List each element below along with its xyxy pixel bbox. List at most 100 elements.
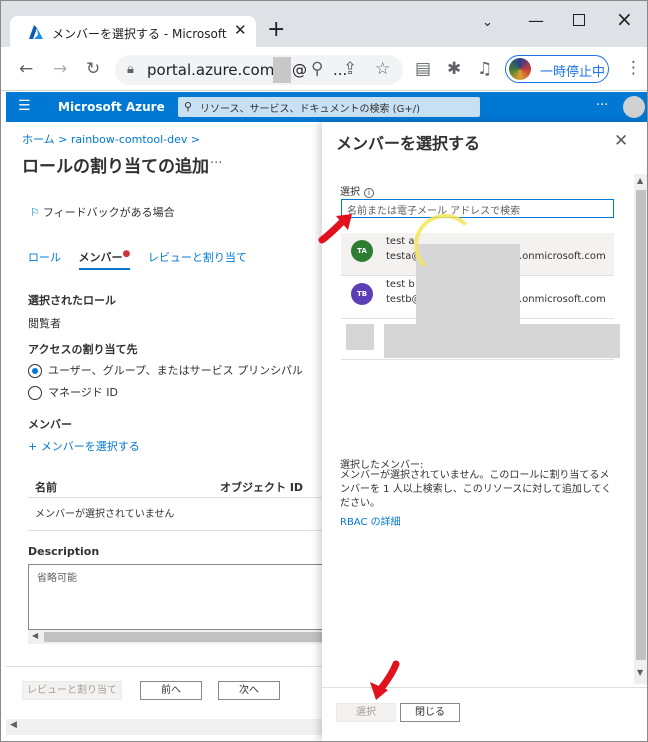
user-email-suffix: .onmicrosoft.com (519, 294, 606, 305)
user-name: test b (386, 279, 415, 290)
select-members-panel: メンバーを選択する ✕ 選択 i 名前または電子メール アドレスで検索 TA te… (322, 122, 648, 742)
radio-managed-label: マネージド ID (48, 386, 118, 399)
redaction-block (384, 324, 620, 358)
redaction-block (346, 324, 374, 350)
scroll-left-icon[interactable]: ◀ (32, 631, 38, 640)
info-icon[interactable]: i (364, 188, 374, 198)
reading-list-icon[interactable]: ▤ (415, 59, 431, 79)
window-maximize-icon[interactable] (573, 14, 585, 26)
scrollbar-thumb[interactable] (44, 632, 324, 642)
member-label: メンバー (28, 418, 72, 431)
profile-label: 一時停止中 (540, 65, 606, 80)
radio-unselected-icon (28, 386, 42, 400)
scroll-down-icon[interactable]: ▼ (637, 668, 643, 677)
member-search-input[interactable]: 名前または電子メール アドレスで検索 (341, 199, 614, 218)
radio-user-label: ユーザー、グループ、またはサービス プリンシパル (48, 364, 303, 377)
close-button[interactable]: 閉じる (400, 703, 460, 722)
more-options-icon[interactable]: ··· (596, 98, 608, 113)
selected-role-value: 閲覧者 (28, 317, 61, 330)
address-bar[interactable]: 🔒︎ portal.azure.com/#@... (115, 55, 403, 85)
extensions-icon[interactable]: ✱ (447, 59, 461, 79)
feedback-icon: ⚐ (30, 206, 40, 219)
browser-tab[interactable]: メンバーを選択する - Microsoft Azure ✕ (10, 16, 256, 48)
radio-selected-icon (28, 364, 42, 378)
description-label: Description (28, 545, 100, 558)
browser-menu-icon[interactable]: ⋮ (625, 58, 642, 78)
browser-tab-strip: メンバーを選択する - Microsoft Azure ✕ + ⌄ — × (1, 1, 647, 48)
media-control-icon[interactable]: ♫ (477, 59, 492, 79)
scrollbar-thumb[interactable] (636, 190, 646, 660)
feedback-link[interactable]: ⚐ フィードバックがある場合 (30, 204, 175, 220)
search-icon: ⚲ (184, 100, 193, 113)
tab-review[interactable]: レビューと割り当て (148, 249, 247, 265)
footer-divider (6, 666, 322, 667)
lock-icon: 🔒︎ (127, 62, 134, 77)
avatar: TB (351, 283, 373, 305)
cursor-highlight (414, 214, 476, 276)
window-close-icon[interactable]: × (616, 7, 633, 31)
zoom-icon[interactable]: ⚲ (311, 59, 323, 79)
bookmark-star-icon[interactable]: ☆ (375, 59, 390, 79)
tab-search-icon[interactable]: ⌄ (482, 15, 493, 30)
radio-user-group[interactable]: ユーザー、グループ、またはサービス プリンシパル (28, 362, 303, 378)
new-tab-button[interactable]: + (267, 19, 285, 41)
selected-role-label: 選択されたロール (28, 294, 116, 307)
no-member-message: メンバーが選択されていません。このロールに割り当てるメンバーを 1 人以上検索し… (340, 470, 612, 509)
horizontal-scrollbar[interactable]: ◀ (28, 630, 324, 644)
blade-more-icon[interactable]: ··· (210, 156, 222, 171)
required-dot-icon: ● (122, 249, 131, 259)
panel-title: メンバーを選択する (336, 134, 481, 153)
blade-tabs: ロール メンバー● レビューと割り当て (28, 249, 261, 270)
tab-title: メンバーを選択する - Microsoft Azure (52, 27, 228, 41)
table-divider (28, 497, 322, 498)
tab-member-label: メンバー (78, 251, 123, 264)
user-avatar-icon[interactable] (623, 96, 645, 118)
tab-close-icon[interactable]: ✕ (234, 21, 247, 39)
column-header-object-id: オブジェクト ID (220, 481, 304, 494)
back-icon[interactable]: ← (19, 59, 33, 79)
select-button[interactable]: 選択 (336, 703, 396, 722)
tab-member[interactable]: メンバー● (78, 249, 131, 270)
prev-button[interactable]: 前へ (140, 681, 202, 700)
select-label: 選択 i (340, 183, 374, 198)
select-member-link[interactable]: + メンバーを選択する (28, 438, 140, 454)
breadcrumb[interactable]: ホーム > rainbow-comtool-dev > (22, 131, 200, 147)
window-minimize-icon[interactable]: — (528, 11, 544, 30)
description-textarea[interactable]: 省略可能 (28, 564, 324, 630)
red-arrow-icon (370, 660, 400, 700)
scroll-left-icon[interactable]: ◀ (10, 720, 17, 730)
column-header-name: 名前 (35, 481, 57, 494)
page-title: ロールの割り当ての追加 (22, 157, 209, 177)
no-member-text: メンバーが選択されていません (35, 509, 175, 520)
access-assign-label: アクセスの割り当て先 (28, 343, 138, 356)
next-button[interactable]: 次へ (218, 681, 280, 700)
scroll-up-icon[interactable]: ▲ (637, 176, 643, 185)
redaction-block (273, 57, 291, 83)
panel-vertical-scrollbar[interactable]: ▲ ▼ (634, 174, 648, 684)
description-placeholder: 省略可能 (37, 573, 77, 584)
azure-search-placeholder: リソース、サービス、ドキュメントの検索 (G+/) (200, 104, 420, 115)
page-horizontal-scrollbar[interactable]: ◀ (6, 719, 322, 735)
user-email-suffix: .onmicrosoft.com (519, 251, 606, 262)
reload-icon[interactable]: ↻ (86, 59, 100, 79)
azure-search-input[interactable]: ⚲ リソース、サービス、ドキュメントの検索 (G+/) (178, 97, 480, 117)
tab-role[interactable]: ロール (28, 249, 61, 265)
rbac-details-link[interactable]: RBAC の詳細 (340, 513, 401, 528)
select-label-text: 選択 (340, 187, 360, 198)
hamburger-menu-icon[interactable]: ☰ (18, 98, 31, 114)
azure-logo-icon (29, 25, 43, 39)
user-name: test a (386, 236, 415, 247)
table-divider (28, 530, 322, 531)
azure-brand[interactable]: Microsoft Azure (58, 100, 165, 114)
share-icon[interactable]: ⇪ (343, 59, 357, 79)
feedback-label: フィードバックがある場合 (42, 206, 175, 219)
red-arrow-icon (318, 214, 352, 244)
close-icon[interactable]: ✕ (614, 131, 628, 151)
member-search-placeholder: 名前または電子メール アドレスで検索 (347, 206, 521, 217)
profile-button[interactable]: 一時停止中 (505, 55, 609, 83)
review-assign-button[interactable]: レビューと割り当て (22, 681, 122, 700)
list-divider (341, 359, 614, 360)
browser-toolbar: ← → ↻ 🔒︎ portal.azure.com/#@... ⚲ ⇪ ☆ ▤ … (1, 47, 647, 91)
radio-managed-id[interactable]: マネージド ID (28, 384, 118, 400)
forward-icon[interactable]: → (53, 59, 67, 79)
